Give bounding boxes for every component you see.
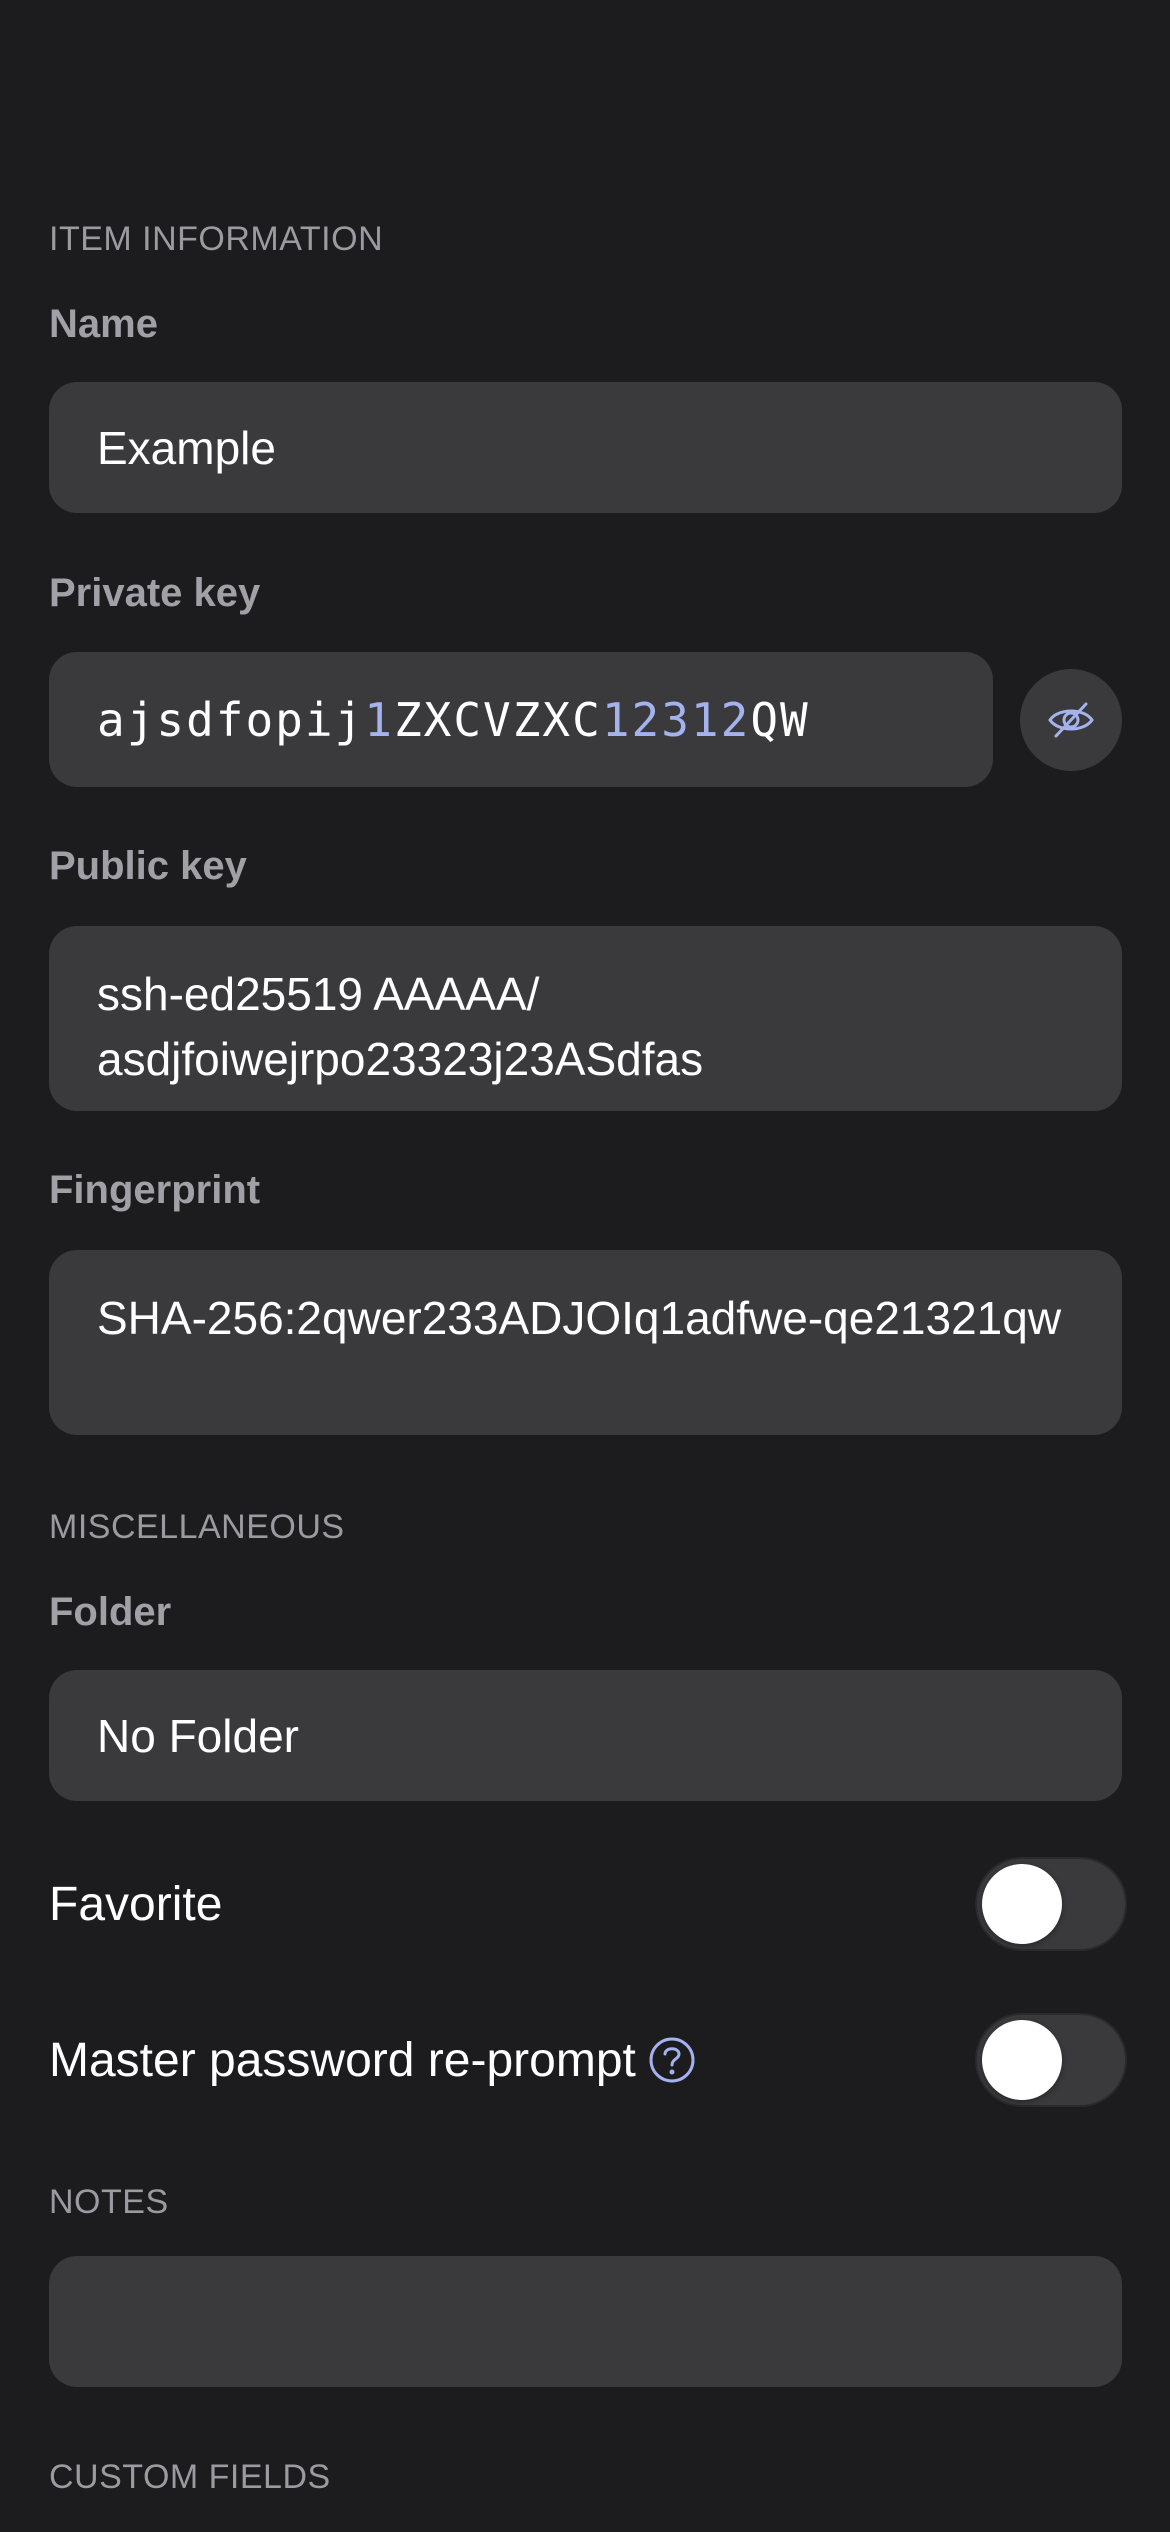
private-key-segment: ZXCVZXC bbox=[393, 692, 602, 747]
favorite-row: Favorite bbox=[49, 1856, 1127, 1952]
section-header-miscellaneous: MISCELLANEOUS bbox=[49, 1508, 345, 1546]
private-key-segment: QW bbox=[750, 692, 810, 747]
public-key-field[interactable]: ssh-ed25519 AAAAA/ asdjfoiwejrpo23323j23… bbox=[49, 926, 1122, 1111]
fingerprint-label: Fingerprint bbox=[49, 1168, 261, 1212]
toggle-knob bbox=[982, 2020, 1062, 2100]
name-value: Example bbox=[97, 421, 276, 474]
private-key-segment-digit: 1 bbox=[364, 692, 394, 747]
folder-picker[interactable]: No Folder bbox=[49, 1670, 1122, 1801]
section-header-item-information: ITEM INFORMATION bbox=[49, 220, 384, 258]
favorite-toggle[interactable] bbox=[975, 1857, 1127, 1951]
private-key-field[interactable]: ajsdfopij1ZXCVZXC12312QW bbox=[49, 652, 993, 787]
private-key-segment-digit: 12312 bbox=[601, 692, 751, 747]
notes-field[interactable] bbox=[49, 2256, 1122, 2387]
master-password-reprompt-label-wrap: Master password re-prompt bbox=[49, 2033, 696, 2088]
private-key-label: Private key bbox=[49, 571, 261, 615]
public-key-value: ssh-ed25519 AAAAA/ asdjfoiwejrpo23323j23… bbox=[97, 968, 704, 1085]
section-header-notes: NOTES bbox=[49, 2183, 169, 2221]
folder-label: Folder bbox=[49, 1590, 172, 1634]
toggle-knob bbox=[982, 1864, 1062, 1944]
private-key-segment: ajsdfopij bbox=[97, 692, 365, 747]
master-password-reprompt-toggle[interactable] bbox=[975, 2013, 1127, 2107]
master-password-reprompt-row: Master password re-prompt bbox=[49, 2012, 1127, 2108]
eye-slash-icon bbox=[1048, 702, 1094, 738]
name-field[interactable]: Example bbox=[49, 382, 1122, 513]
master-password-reprompt-label: Master password re-prompt bbox=[49, 2033, 636, 2087]
private-key-value: ajsdfopij1ZXCVZXC12312QW bbox=[97, 693, 810, 747]
toggle-visibility-button[interactable] bbox=[1020, 669, 1122, 771]
section-header-custom-fields: CUSTOM FIELDS bbox=[49, 2458, 331, 2496]
fingerprint-value: SHA-256:2qwer233ADJOIq1adfwe-qe21321qw bbox=[97, 1292, 1062, 1344]
folder-value: No Folder bbox=[97, 1709, 299, 1762]
public-key-label: Public key bbox=[49, 844, 247, 888]
fingerprint-field[interactable]: SHA-256:2qwer233ADJOIq1adfwe-qe21321qw bbox=[49, 1250, 1122, 1435]
name-label: Name bbox=[49, 302, 158, 346]
favorite-label: Favorite bbox=[49, 1877, 223, 1931]
question-circle-icon[interactable] bbox=[648, 2036, 696, 2084]
